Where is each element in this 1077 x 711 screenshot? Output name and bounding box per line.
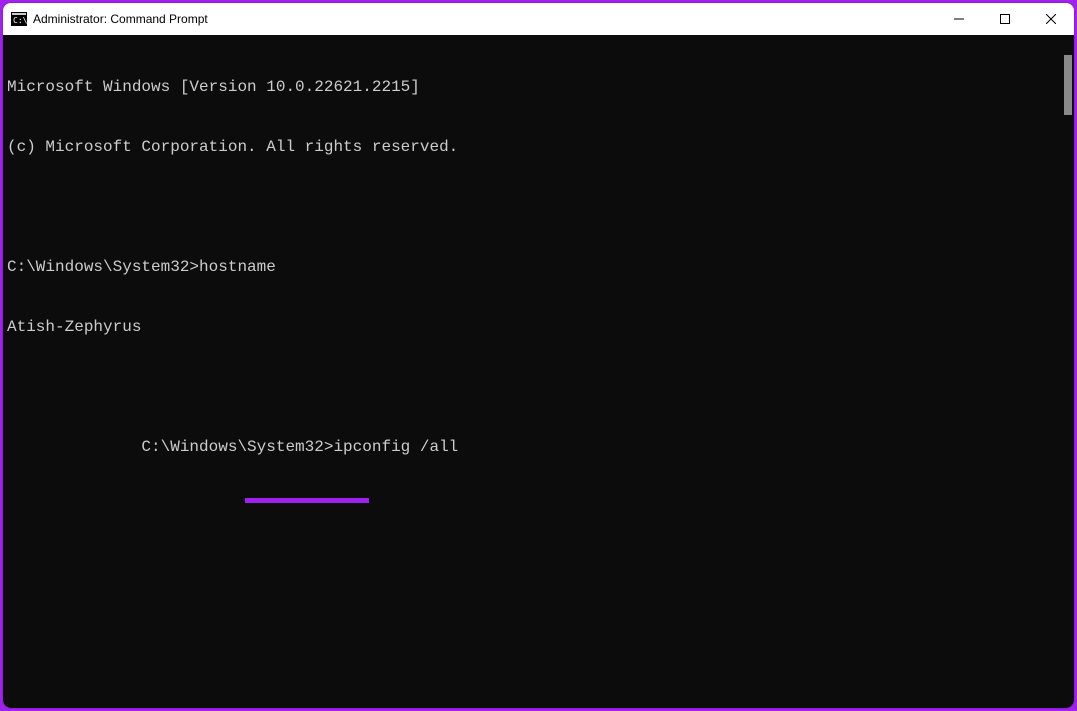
terminal-line: Microsoft Windows [Version 10.0.22621.22… <box>7 77 1070 97</box>
vertical-scrollbar[interactable] <box>1064 55 1072 115</box>
svg-text:C:\: C:\ <box>13 16 27 25</box>
terminal-line: Atish-Zephyrus <box>7 317 1070 337</box>
titlebar[interactable]: C:\ Administrator: Command Prompt <box>3 3 1074 35</box>
window-frame: C:\ Administrator: Command Prompt Micros… <box>3 3 1074 708</box>
terminal-line-current: C:\Windows\System32>ipconfig /all <box>65 417 459 497</box>
terminal-content: Microsoft Windows [Version 10.0.22621.22… <box>3 35 1074 519</box>
maximize-button[interactable] <box>982 3 1028 35</box>
command-highlight <box>245 498 369 503</box>
window-controls <box>936 3 1074 35</box>
terminal-area[interactable]: Microsoft Windows [Version 10.0.22621.22… <box>3 35 1074 708</box>
cmd-icon: C:\ <box>11 11 27 27</box>
terminal-line <box>7 197 1070 217</box>
prompt-text: C:\Windows\System32>ipconfig /all <box>141 438 458 456</box>
window-title: Administrator: Command Prompt <box>33 12 208 26</box>
terminal-line <box>7 377 1070 397</box>
minimize-button[interactable] <box>936 3 982 35</box>
terminal-line: (c) Microsoft Corporation. All rights re… <box>7 137 1070 157</box>
close-button[interactable] <box>1028 3 1074 35</box>
terminal-line: C:\Windows\System32>hostname <box>7 257 1070 277</box>
